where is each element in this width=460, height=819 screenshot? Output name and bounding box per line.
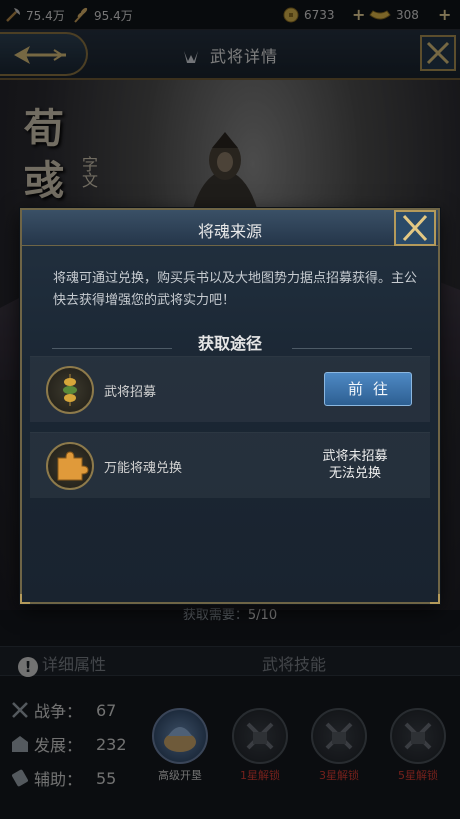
soul-source-dialog: 将魂来源 将魂可通过兑换，购买兵书以及大地图势力据点招募获得。主公快去获得增强您… bbox=[20, 208, 440, 604]
dialog-title: 将魂来源 bbox=[197, 222, 262, 241]
recruit-icon bbox=[46, 366, 94, 414]
exchange-status-line1: 武将未招募 bbox=[322, 449, 388, 464]
corner-ornament bbox=[430, 594, 440, 604]
dialog-description: 将魂可通过兑换，购买兵书以及大地图势力据点招募获得。主公快去获得增强您的武将实力… bbox=[53, 271, 418, 308]
dialog-close-button[interactable] bbox=[394, 210, 436, 246]
method-exchange-label: 万能将魂兑换 bbox=[104, 461, 183, 476]
crossed-swords-icon bbox=[402, 214, 428, 242]
corner-ornament bbox=[20, 594, 30, 604]
method-row-recruit: 武将招募 前往 bbox=[30, 356, 430, 422]
acquire-methods-title: 获取途径 bbox=[197, 334, 262, 353]
dialog-header: 将魂来源 bbox=[22, 210, 438, 246]
exchange-status-line2: 无法兑换 bbox=[328, 466, 381, 481]
puzzle-piece-icon bbox=[57, 451, 89, 481]
bundle-icon bbox=[63, 374, 77, 406]
exchange-icon bbox=[46, 442, 94, 490]
exchange-status: 武将未招募 无法兑换 bbox=[300, 448, 410, 482]
go-button[interactable]: 前往 bbox=[324, 372, 412, 406]
method-recruit-label: 武将招募 bbox=[104, 385, 157, 400]
method-row-exchange: 万能将魂兑换 武将未招募 无法兑换 bbox=[30, 432, 430, 498]
